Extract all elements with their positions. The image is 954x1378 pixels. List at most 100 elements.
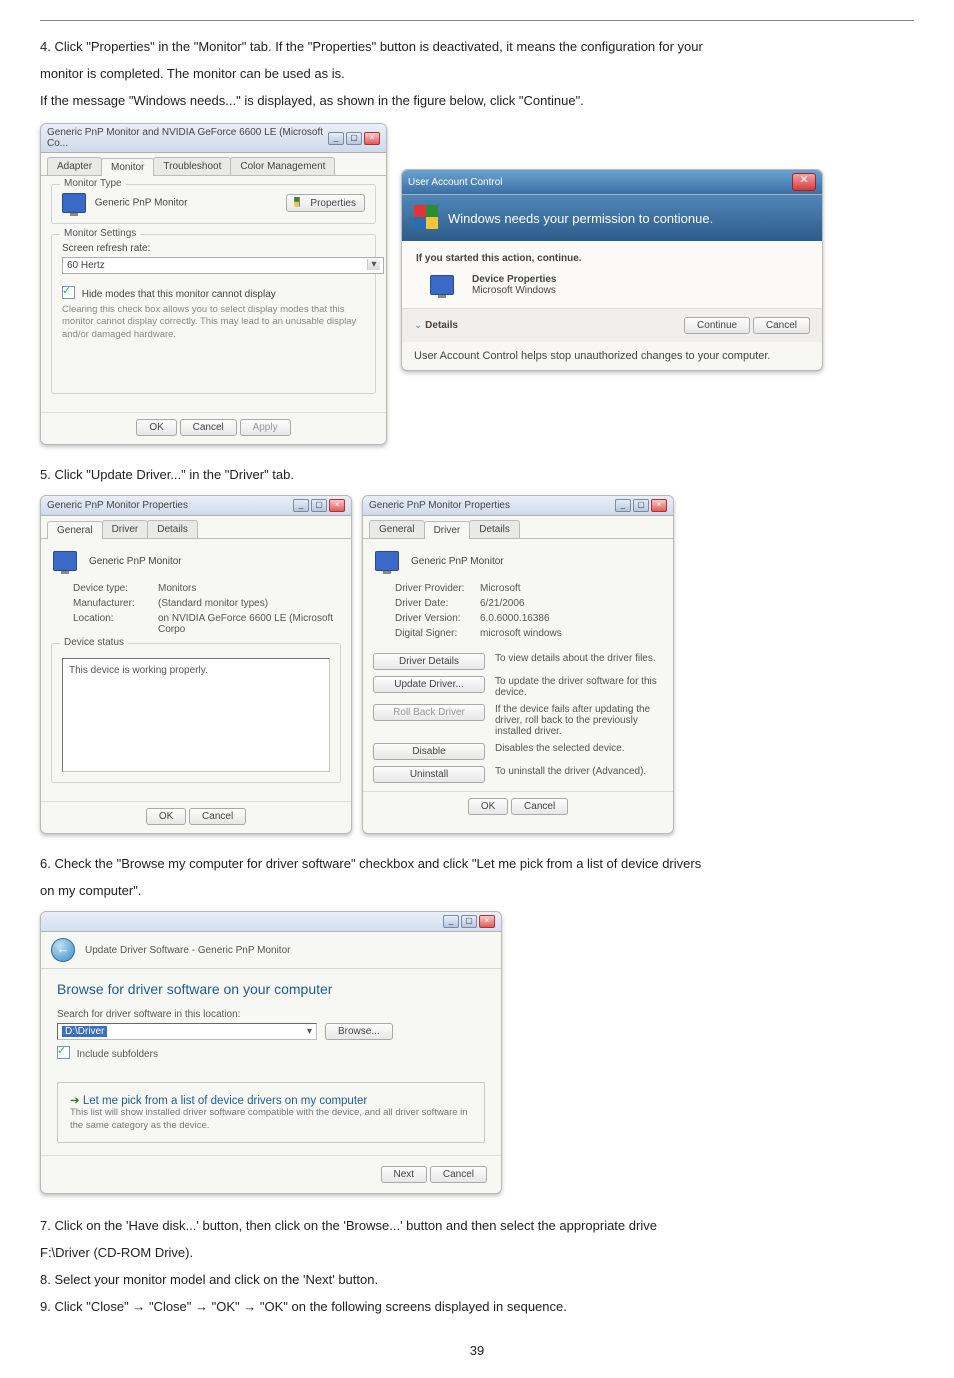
driver-info: Driver Provider: Microsoft Driver Date: … xyxy=(373,579,663,647)
minimize-button[interactable]: _ xyxy=(328,132,344,145)
device-status-legend: Device status xyxy=(60,637,128,648)
figure-monitor-and-uac: Generic PnP Monitor and NVIDIA GeForce 6… xyxy=(40,123,914,445)
rollback-driver-button[interactable]: Roll Back Driver xyxy=(373,704,485,721)
ok-button[interactable]: OK xyxy=(146,808,186,825)
uac-details-label[interactable]: Details xyxy=(425,320,458,331)
monitor-type-group: Monitor Type Generic PnP Monitor Propert… xyxy=(51,184,376,224)
device-type-value: Monitors xyxy=(158,583,337,594)
properties-button[interactable]: Properties xyxy=(286,194,365,212)
let-me-pick-option[interactable]: ➔ Let me pick from a list of device driv… xyxy=(57,1082,485,1143)
update-driver-desc: To update the driver software for this d… xyxy=(495,676,663,698)
maximize-button[interactable]: ▢ xyxy=(461,915,477,928)
step4-line1: 4. Click "Properties" in the "Monitor" t… xyxy=(40,35,914,59)
tab-driver[interactable]: Driver xyxy=(424,521,471,539)
update-driver-button[interactable]: Update Driver... xyxy=(373,676,485,693)
browse-button[interactable]: Browse... xyxy=(325,1023,393,1040)
include-subfolders-label: Include subfolders xyxy=(77,1049,158,1060)
device-status-text: This device is working properly. xyxy=(62,658,330,772)
maximize-button[interactable]: ▢ xyxy=(346,132,362,145)
driver-details-button[interactable]: Driver Details xyxy=(373,653,485,670)
monitor-icon xyxy=(375,551,399,571)
window-title: Generic PnP Monitor Properties xyxy=(47,500,188,511)
wizard-heading: Browse for driver software on your compu… xyxy=(57,981,485,997)
properties-driver-window: Generic PnP Monitor Properties _ ▢ × Gen… xyxy=(362,495,674,834)
tab-details[interactable]: Details xyxy=(469,520,520,538)
wizard-breadcrumb: Update Driver Software - Generic PnP Mon… xyxy=(85,945,290,956)
maximize-button[interactable]: ▢ xyxy=(633,499,649,512)
update-driver-wizard: _ ▢ × ← Update Driver Software - Generic… xyxy=(40,911,502,1194)
properties-button-label: Properties xyxy=(310,198,356,209)
refresh-rate-value: 60 Hertz xyxy=(67,260,105,271)
close-button[interactable]: × xyxy=(479,915,495,928)
cancel-button[interactable]: Cancel xyxy=(511,798,568,815)
hide-modes-checkbox[interactable] xyxy=(62,286,75,299)
step4-line3: If the message "Windows needs..." is dis… xyxy=(40,89,914,113)
uac-footer-text: User Account Control helps stop unauthor… xyxy=(402,342,822,370)
minimize-button[interactable]: _ xyxy=(615,499,631,512)
uac-dialog: User Account Control ✕ Windows needs you… xyxy=(401,169,823,371)
ok-button[interactable]: OK xyxy=(468,798,508,815)
chevron-down-icon[interactable]: ▾ xyxy=(307,1026,312,1037)
step7-line1: 7. Click on the 'Have disk...' button, t… xyxy=(40,1214,914,1238)
back-button[interactable]: ← xyxy=(51,938,75,962)
window-titlebar: Generic PnP Monitor and NVIDIA GeForce 6… xyxy=(41,124,386,153)
close-button[interactable]: × xyxy=(651,499,667,512)
disable-button[interactable]: Disable xyxy=(373,743,485,760)
driver-provider-value: Microsoft xyxy=(480,583,659,594)
tab-troubleshoot[interactable]: Troubleshoot xyxy=(153,157,231,175)
include-subfolders-checkbox[interactable] xyxy=(57,1046,70,1059)
tab-general[interactable]: General xyxy=(369,520,425,538)
close-icon[interactable]: ✕ xyxy=(792,173,816,191)
driver-date-value: 6/21/2006 xyxy=(480,598,659,609)
tab-strip: Adapter Monitor Troubleshoot Color Manag… xyxy=(41,157,386,176)
driver-version-value: 6.0.6000.16386 xyxy=(480,613,659,624)
uac-title: User Account Control xyxy=(408,177,503,188)
step7-line2: F:\Driver (CD-ROM Drive). xyxy=(40,1241,914,1265)
manufacturer-value: (Standard monitor types) xyxy=(158,598,337,609)
window-title: Generic PnP Monitor and NVIDIA GeForce 6… xyxy=(47,127,328,149)
chevron-down-icon[interactable]: ⌄ xyxy=(414,320,422,331)
uac-microsoft-windows: Microsoft Windows xyxy=(472,285,557,296)
monitor-settings-group: Monitor Settings Screen refresh rate: 60… xyxy=(51,234,376,394)
location-value: on NVIDIA GeForce 6600 LE (Microsoft Cor… xyxy=(158,613,337,635)
cancel-button[interactable]: Cancel xyxy=(430,1166,487,1183)
next-button[interactable]: Next xyxy=(381,1166,428,1183)
window-title: Generic PnP Monitor Properties xyxy=(369,500,510,511)
tab-color-management[interactable]: Color Management xyxy=(230,157,335,175)
cancel-button[interactable]: Cancel xyxy=(180,419,237,436)
tab-driver[interactable]: Driver xyxy=(102,520,149,538)
apply-button[interactable]: Apply xyxy=(240,419,291,436)
monitor-type-legend: Monitor Type xyxy=(60,178,126,189)
hide-modes-label: Hide modes that this monitor cannot disp… xyxy=(82,289,276,300)
cancel-button[interactable]: Cancel xyxy=(189,808,246,825)
uac-started-text: If you started this action, continue. xyxy=(416,253,808,264)
tab-general[interactable]: General xyxy=(47,521,103,539)
minimize-button[interactable]: _ xyxy=(293,499,309,512)
ok-button[interactable]: OK xyxy=(136,419,176,436)
maximize-button[interactable]: ▢ xyxy=(311,499,327,512)
let-me-pick-title: Let me pick from a list of device driver… xyxy=(83,1095,367,1107)
step9-text: 9. Click "Close" → "Close" → "OK" → "OK"… xyxy=(40,1295,914,1319)
driver-details-desc: To view details about the driver files. xyxy=(495,653,663,664)
minimize-button[interactable]: _ xyxy=(443,915,459,928)
step6-line1: 6. Check the "Browse my computer for dri… xyxy=(40,852,914,876)
refresh-rate-dropdown[interactable]: 60 Hertz xyxy=(62,257,384,274)
monitor-settings-legend: Monitor Settings xyxy=(60,228,140,239)
step4-line2: monitor is completed. The monitor can be… xyxy=(40,62,914,86)
tab-monitor[interactable]: Monitor xyxy=(101,158,154,176)
monitor-properties-window: Generic PnP Monitor and NVIDIA GeForce 6… xyxy=(40,123,387,445)
uninstall-button[interactable]: Uninstall xyxy=(373,766,485,783)
tab-details[interactable]: Details xyxy=(147,520,198,538)
continue-button[interactable]: Continue xyxy=(684,317,750,334)
manufacturer-label: Manufacturer: xyxy=(73,598,158,609)
uac-banner-text: Windows needs your permission to contion… xyxy=(448,211,713,226)
monitor-type-value: Generic PnP Monitor xyxy=(95,198,188,209)
step8-text: 8. Select your monitor model and click o… xyxy=(40,1268,914,1292)
close-button[interactable]: × xyxy=(364,132,380,145)
hide-modes-description: Clearing this check box allows you to se… xyxy=(62,304,365,341)
search-location-input[interactable]: D:\Driver ▾ xyxy=(57,1023,317,1040)
tab-adapter[interactable]: Adapter xyxy=(47,157,102,175)
close-button[interactable]: × xyxy=(329,499,345,512)
let-me-pick-subtitle: This list will show installed driver sof… xyxy=(70,1107,472,1132)
uac-cancel-button[interactable]: Cancel xyxy=(753,317,810,334)
